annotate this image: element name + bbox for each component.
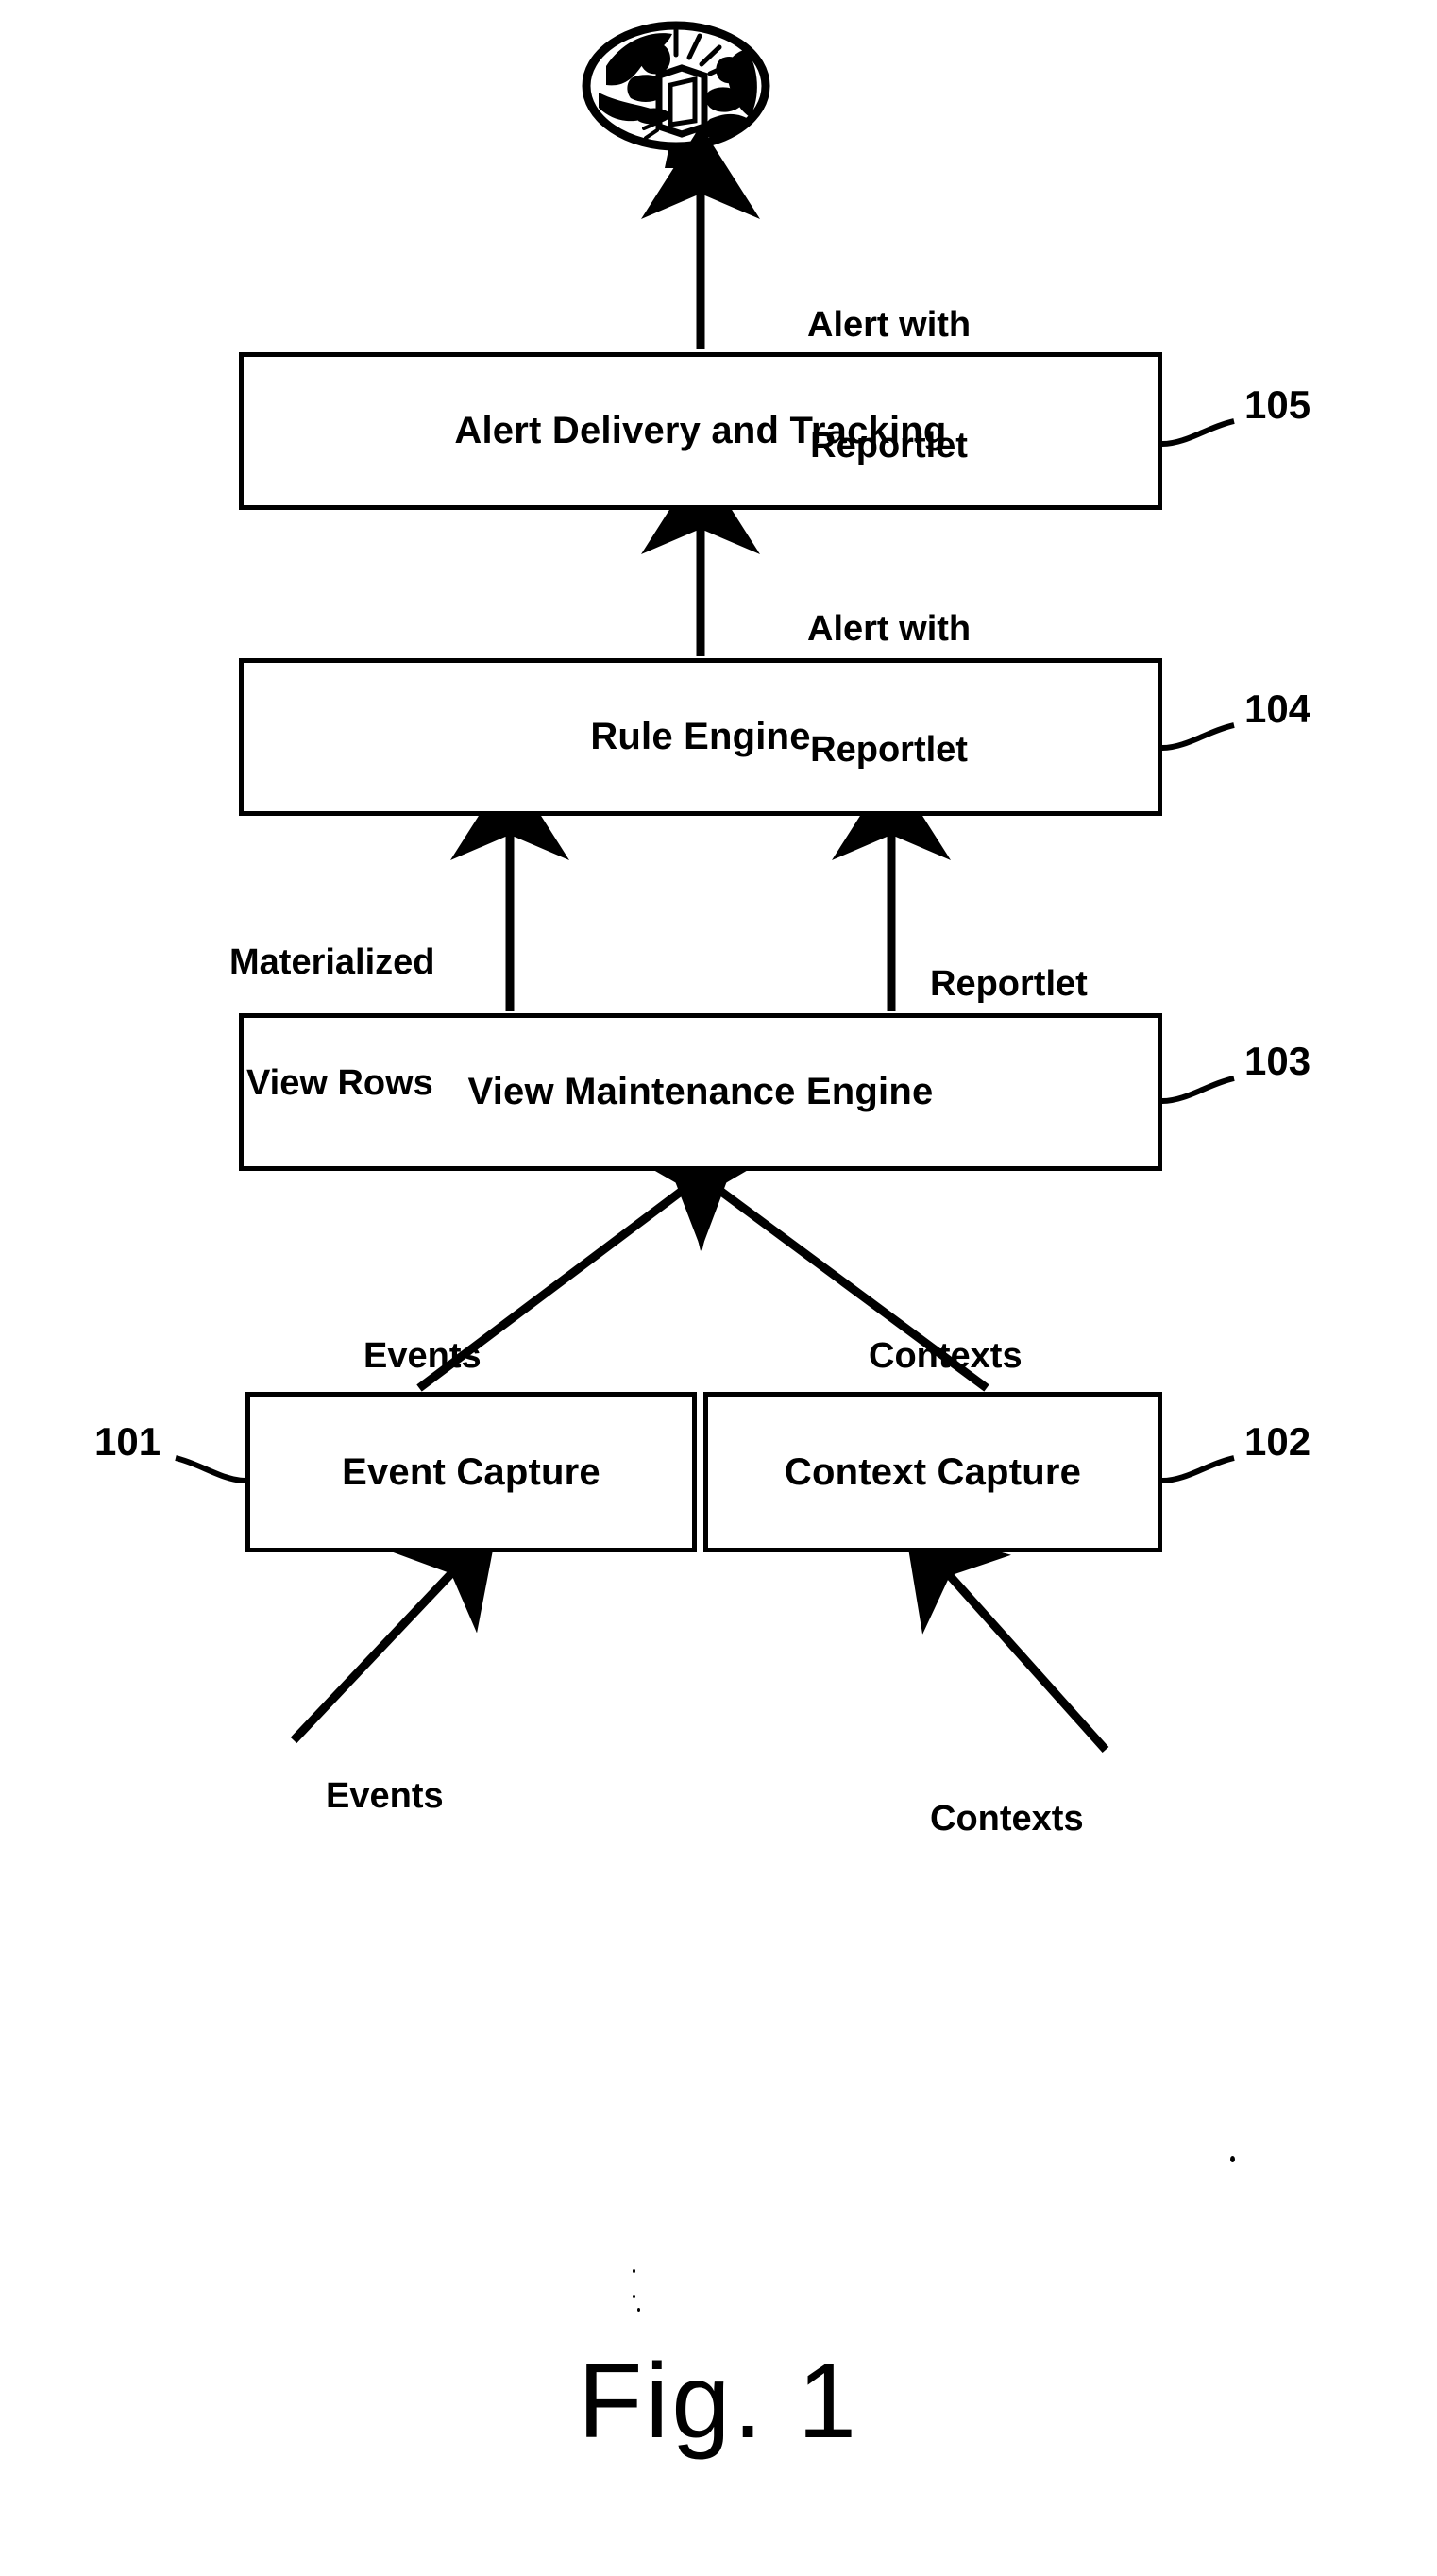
leader-103 — [1161, 1076, 1235, 1104]
flow-label-line-1: Events — [326, 1776, 444, 1817]
reference-numeral-101: 101 — [94, 1419, 161, 1464]
box-label-context-capture: Context Capture — [784, 1450, 1082, 1493]
leader-104 — [1161, 722, 1235, 751]
flow-label-line-1: Alert with — [807, 609, 972, 650]
reference-numeral-105: 105 — [1244, 382, 1311, 427]
flow-label-line-1: Contexts — [930, 1799, 1084, 1839]
scan-speck — [633, 2269, 635, 2273]
flow-label-line-1: Materialized — [229, 942, 435, 983]
box-rule-engine: Rule Engine — [239, 658, 1162, 816]
flow-label-alert-with-reportlet-top: Alert with Reportlet — [807, 225, 971, 546]
flow-label-contexts-to-view-engine: Contexts — [869, 1256, 1023, 1457]
box-alert-delivery-and-tracking: Alert Delivery and Tracking — [239, 352, 1162, 510]
box-label-event-capture: Event Capture — [342, 1450, 600, 1493]
figure-caption: Fig. 1 — [577, 2342, 860, 2460]
flow-label-line-2: Reportlet — [810, 729, 968, 770]
box-label-rule-engine: Rule Engine — [590, 716, 811, 757]
patent-figure-1: Alert Delivery and Tracking Rule Engine … — [0, 0, 1437, 2576]
scan-speck — [633, 2295, 635, 2298]
flow-label-line-1: Reportlet — [930, 964, 1088, 1005]
box-label-view-maintenance-engine: View Maintenance Engine — [467, 1071, 934, 1112]
flow-label-contexts-input: Contexts — [930, 1719, 1084, 1920]
reference-numeral-104: 104 — [1244, 686, 1311, 731]
scan-speck — [1230, 2156, 1235, 2162]
flow-label-materialized-view-rows: Materialized View Rows — [229, 862, 435, 1183]
leader-102 — [1161, 1455, 1235, 1483]
reference-numeral-102: 102 — [1244, 1419, 1311, 1464]
flow-label-line-1: Events — [363, 1336, 482, 1377]
reference-numeral-103: 103 — [1244, 1039, 1311, 1083]
flow-label-events-input: Events — [326, 1696, 444, 1897]
flow-label-line-2: View Rows — [246, 1062, 433, 1103]
flow-label-events-to-view-engine: Events — [363, 1256, 482, 1457]
flow-label-line-2: Reportlet — [810, 425, 968, 466]
leader-101 — [175, 1455, 246, 1483]
flow-label-line-1: Alert with — [807, 305, 972, 346]
flow-label-reportlet: Reportlet — [930, 884, 1088, 1085]
flow-label-line-1: Contexts — [869, 1336, 1023, 1377]
flow-label-alert-with-reportlet-mid: Alert with Reportlet — [807, 529, 971, 850]
leader-105 — [1161, 418, 1235, 447]
scan-speck — [637, 2308, 640, 2312]
